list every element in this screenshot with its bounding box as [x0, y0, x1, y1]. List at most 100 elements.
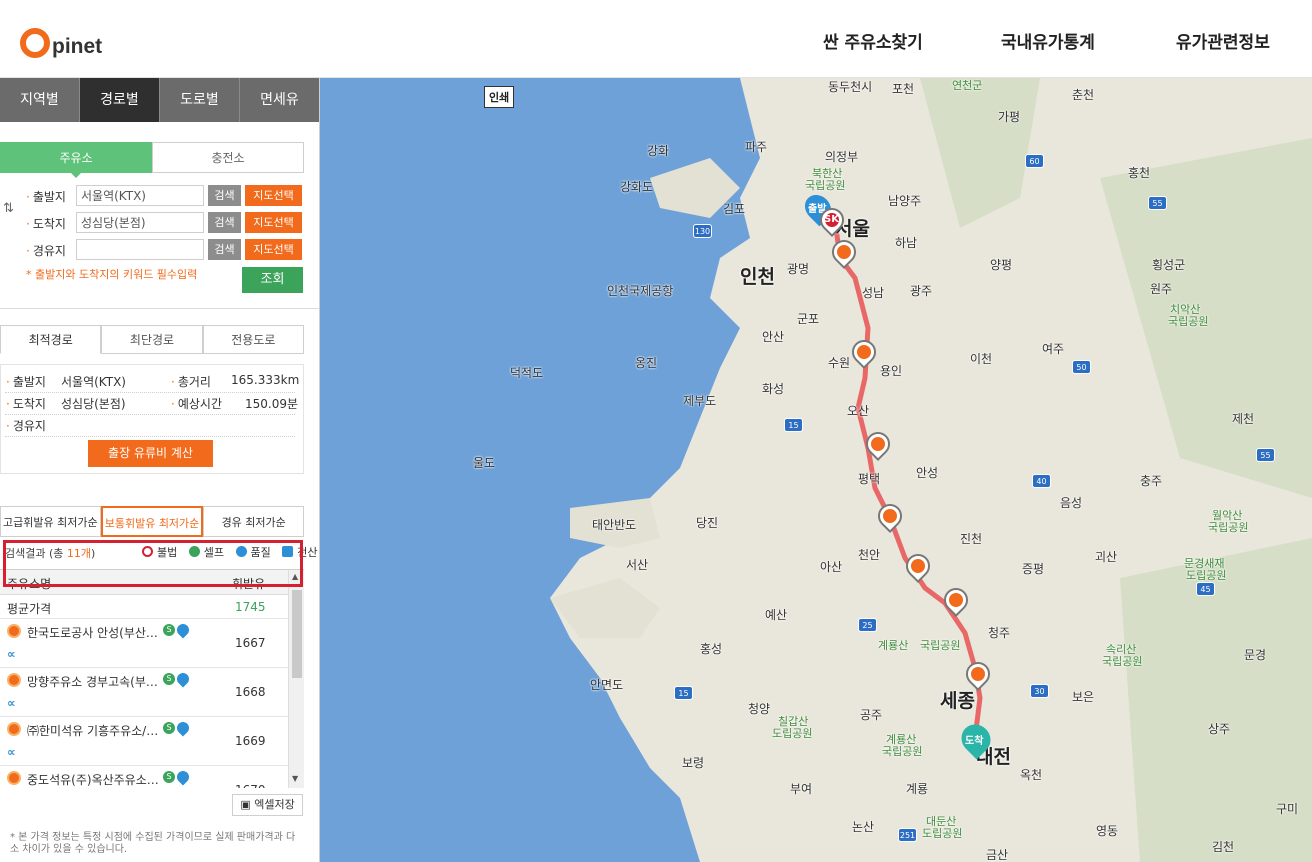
end-pin-label: 도착 — [965, 736, 984, 747]
table-row[interactable]: 한국도로공사 안성(부산… S ∝ 1667 — [0, 619, 288, 668]
search-panel: 지역별 경로별 도로별 면세유 주유소 충전소 ⇅ ·출발지 검색 지도선택 ·… — [0, 78, 320, 862]
tab-optimal-route[interactable]: 최적경로 — [0, 325, 102, 354]
average-label: 평균가격 — [7, 602, 52, 616]
waypoint-map-select-button[interactable]: 지도선택 — [245, 239, 302, 260]
destination-input[interactable] — [76, 212, 204, 233]
tab-route[interactable]: 경로별 — [80, 78, 160, 122]
tab-tax-free[interactable]: 면세유 — [240, 78, 319, 122]
table-row[interactable]: 망향주유소 경부고속(부… S ∝ 1668 — [0, 668, 288, 717]
highway-shield-icon: 45 — [1196, 582, 1215, 596]
station-name: 망향주유소 경부고속(부… — [27, 675, 158, 689]
info-dest-value: 성심당(본점) — [61, 397, 126, 411]
scroll-down-arrow-icon[interactable]: ▼ — [292, 774, 298, 783]
map-label: 평택 — [858, 472, 881, 486]
divider — [0, 308, 319, 309]
query-button[interactable]: 조회 — [242, 267, 303, 293]
scroll-thumb[interactable] — [292, 590, 302, 678]
info-waypoint-label: · 경유지 — [6, 419, 46, 433]
map-label: 인천 — [740, 266, 775, 288]
table-row[interactable]: 중도석유(주)옥산주유소… S 1670 — [0, 766, 288, 788]
waypoint-label: · 경유지 — [26, 244, 66, 258]
highway-shield-icon: 55 — [1256, 448, 1275, 462]
scroll-up-arrow-icon[interactable]: ▲ — [292, 572, 298, 581]
site-header: pinet 싼 주유소찾기 국내유가통계 유가관련정보 — [0, 0, 1312, 78]
map-label: 진천 — [960, 532, 983, 546]
destination-search-button[interactable]: 검색 — [208, 212, 241, 233]
tab-shortest-route[interactable]: 최단경로 — [101, 325, 203, 354]
print-button[interactable]: 인쇄 — [484, 86, 515, 108]
map-label: 국립공원 — [920, 639, 961, 652]
info-origin-label: · 출발지 — [6, 375, 46, 389]
map-label: 울도 — [473, 456, 496, 470]
table-row[interactable]: ㈜한미석유 기흥주유소/… S ∝ 1669 — [0, 717, 288, 766]
legend-self: 셀프 — [188, 546, 228, 559]
result-count: 검색결과 (총 11개) — [5, 547, 96, 560]
tab-region[interactable]: 지역별 — [0, 78, 80, 122]
table-header: 주유소명 휘발유 — [0, 570, 288, 595]
origin-input[interactable] — [76, 185, 204, 206]
map-label: 보은 — [1072, 690, 1095, 704]
logo-o-icon — [20, 28, 50, 58]
info-origin-value: 서울역(KTX) — [61, 375, 126, 389]
map-label: 예산 — [765, 608, 788, 622]
tab-premium-gasoline[interactable]: 고급휘발유 최저가순 — [0, 506, 101, 537]
map-label: 포천 — [892, 82, 915, 96]
map-label: 천안 — [858, 548, 881, 562]
main-tabs: 지역별 경로별 도로별 면세유 — [0, 78, 319, 122]
map-label: 홍천 — [1128, 166, 1151, 180]
map-label: 하남 — [895, 236, 918, 250]
business-fuel-cost-button[interactable]: 출장 유류비 계산 — [88, 440, 213, 467]
map-label: 제부도 — [683, 394, 717, 408]
nav-price-info[interactable]: 유가관련정보 — [1176, 28, 1270, 53]
tab-charging-station[interactable]: 충전소 — [152, 142, 304, 173]
excel-save-button[interactable]: ▣ 엑셀저장 — [232, 794, 303, 816]
tab-gas-station[interactable]: 주유소 — [0, 142, 152, 178]
highway-shield-icon: 25 — [858, 618, 877, 632]
map-label: 광주 — [910, 284, 933, 298]
route-map[interactable]: 인쇄 동두천시 포천 춘천 연천군 파주 의정부 강화 가평 강화도 북한산 국… — [320, 78, 1312, 862]
highway-shield-icon: 15 — [784, 418, 803, 432]
tab-road[interactable]: 도로별 — [160, 78, 240, 122]
map-label: 옹진 — [635, 356, 658, 370]
map-label: 국립공원 — [805, 179, 846, 192]
station-name: 중도석유(주)옥산주유소… — [27, 773, 159, 787]
destination-map-select-button[interactable]: 지도선택 — [245, 212, 302, 233]
highway-shield-icon: 40 — [1032, 474, 1051, 488]
map-label: 의정부 — [825, 150, 859, 164]
origin-map-select-button[interactable]: 지도선택 — [245, 185, 302, 206]
highway-shield-icon: 60 — [1025, 154, 1044, 168]
map-label: 계룡 — [906, 782, 929, 796]
no-icon — [142, 546, 153, 557]
excel-icon: ▣ — [240, 798, 255, 811]
map-label: 수원 — [828, 356, 851, 370]
tab-diesel[interactable]: 경유 최저가순 — [203, 506, 305, 537]
origin-search-button[interactable]: 검색 — [208, 185, 241, 206]
map-label: 남양주 — [888, 194, 922, 208]
map-label: 보령 — [682, 756, 705, 770]
self-icon: S — [163, 624, 175, 636]
info-separator — [5, 392, 295, 393]
waypoint-search-button[interactable]: 검색 — [208, 239, 241, 260]
origin-label: · 출발지 — [26, 190, 66, 204]
tab-regular-gasoline[interactable]: 보통휘발유 최저가순 — [100, 506, 204, 537]
map-label: 옥천 — [1020, 768, 1043, 782]
waypoint-input[interactable] — [76, 239, 204, 260]
station-name: 한국도로공사 안성(부산… — [27, 626, 158, 640]
fuel-sort-tabs: 고급휘발유 최저가순 보통휘발유 최저가순 경유 최저가순 — [0, 506, 305, 537]
map-label: 도립공원 — [772, 727, 813, 740]
map-label: 파주 — [745, 140, 768, 154]
map-label: 연천군 — [952, 79, 983, 92]
tab-expressway-route[interactable]: 전용도로 — [202, 325, 304, 354]
opinet-logo[interactable]: pinet — [20, 18, 102, 58]
map-label: 안면도 — [590, 678, 624, 692]
waypoint-row: · 경유지 검색 지도선택 — [0, 239, 310, 261]
nav-price-stats[interactable]: 국내유가통계 — [1001, 28, 1095, 53]
map-label: 홍성 — [700, 642, 723, 656]
map-label: 충주 — [1140, 474, 1163, 488]
price-disclaimer: * 본 가격 정보는 특정 시점에 수집된 가격이므로 실제 판매가격과 다소 … — [10, 832, 296, 855]
card-icon — [282, 546, 294, 557]
nav-cheap-station[interactable]: 싼 주유소찾기 — [823, 28, 923, 53]
average-value: 1745 — [235, 600, 266, 614]
table-scrollbar[interactable]: ▲ ▼ — [288, 570, 304, 788]
map-label: 당진 — [696, 516, 719, 530]
